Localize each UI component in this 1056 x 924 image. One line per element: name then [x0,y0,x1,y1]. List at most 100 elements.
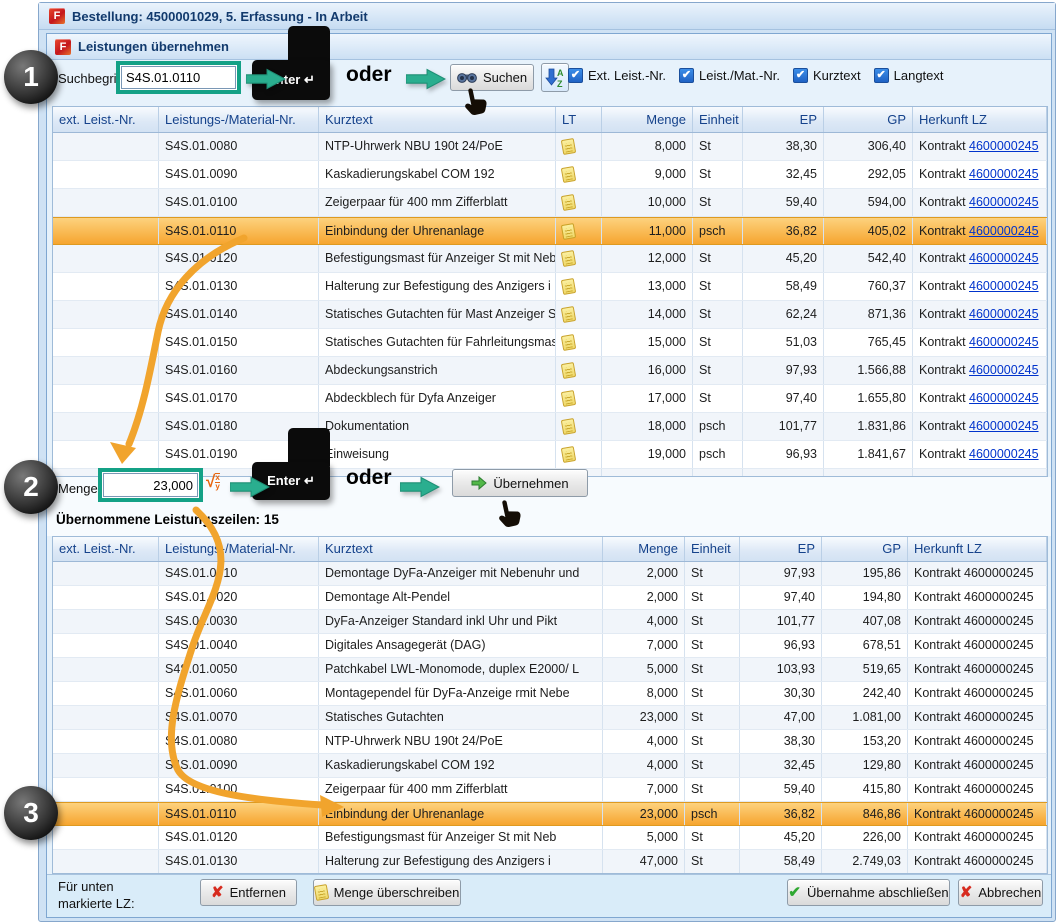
filter-checkbox-leist-mat-nr-[interactable]: ✔Leist./Mat.-Nr. [679,68,780,83]
cell-herkunft: Kontrakt 4600000245 [913,161,1047,188]
sort-button[interactable]: A Z [541,63,569,92]
column-header[interactable]: Herkunft LZ [908,537,1047,561]
table-row[interactable]: S4S.01.0170Abdeckblech für Dyfa Anzeiger… [53,385,1047,413]
table-row[interactable]: S4S.01.0070Statisches Gutachten23,000St4… [53,706,1047,730]
filter-checkbox-ext-leist-nr-[interactable]: ✔Ext. Leist.-Nr. [568,68,666,83]
cell-gp: 542,40 [824,245,913,272]
table-row[interactable]: S4S.01.0100Zeigerpaar für 400 mm Zifferb… [53,778,1047,802]
table-row[interactable]: S4S.01.0040Digitales Ansagegerät (DAG)7,… [53,634,1047,658]
cell-ep: 97,93 [740,562,822,585]
table-row[interactable]: S4S.01.0100Zeigerpaar für 400 mm Zifferb… [53,189,1047,217]
table-row[interactable]: S4S.01.0010Demontage DyFa-Anzeiger mit N… [53,562,1047,586]
finish-transfer-button[interactable]: ✔ Übernahme abschließen [787,879,950,906]
column-header[interactable]: Kurztext [319,107,556,132]
table-row[interactable]: S4S.01.0050Patchkabel LWL-Monomode, dupl… [53,658,1047,682]
cell-herkunft: Kontrakt 4600000245 [908,826,1047,849]
column-header[interactable]: Menge [602,107,693,132]
longtext-note-icon[interactable] [561,390,576,407]
longtext-note-icon[interactable] [561,250,576,267]
cancel-button[interactable]: ✘ Abbrechen [958,879,1043,906]
contract-link[interactable]: 4600000245 [969,307,1039,321]
table-row[interactable]: S4S.01.0150Statisches Gutachten für Fahr… [53,329,1047,357]
table-row[interactable]: S4S.01.0120Befestigungsmast für Anzeiger… [53,245,1047,273]
contract-link[interactable]: 4600000245 [969,391,1039,405]
contract-link[interactable]: 4600000245 [969,279,1039,293]
cell-menge: 5,000 [603,826,685,849]
table-row[interactable]: S4S.01.0080NTP-Uhrwerk NBU 190t 24/PoE8,… [53,133,1047,161]
longtext-note-icon[interactable] [561,138,576,155]
cell-ext [53,803,159,825]
column-header[interactable]: GP [824,107,913,132]
cell-ext [53,218,159,244]
checkbox-icon[interactable]: ✔ [793,68,808,83]
contract-link[interactable]: 4600000245 [969,224,1039,238]
contract-link[interactable]: 4600000245 [969,447,1039,461]
column-header[interactable]: GP [822,537,908,561]
column-header[interactable]: EP [740,537,822,561]
table-row[interactable]: S4S.01.0130Halterung zur Befestigung des… [53,850,1047,874]
longtext-note-icon[interactable] [561,278,576,295]
longtext-note-icon[interactable] [561,334,576,351]
filter-checkbox-langtext[interactable]: ✔ Langtext [874,68,944,83]
contract-link[interactable]: 4600000245 [969,195,1039,209]
column-header[interactable]: LT [556,107,602,132]
table-row[interactable]: S4S.01.0180Dokumentation18,000psch101,77… [53,413,1047,441]
table-row[interactable]: S4S.01.0060Montagependel für DyFa-Anzeig… [53,682,1047,706]
table-row[interactable]: S4S.01.0120Befestigungsmast für Anzeiger… [53,826,1047,850]
quantity-input[interactable] [103,473,198,497]
longtext-note-icon[interactable] [561,418,576,435]
contract-link[interactable]: 4600000245 [969,167,1039,181]
search-button[interactable]: Suchen [450,64,534,91]
table-row[interactable]: S4S.01.0080NTP-Uhrwerk NBU 190t 24/PoE4,… [53,730,1047,754]
checkbox-label: Langtext [894,68,944,83]
filter-checkbox-kurztext[interactable]: ✔Kurztext [793,68,861,83]
checkbox-icon[interactable]: ✔ [679,68,694,83]
column-header[interactable]: Leistungs-/Material-Nr. [159,107,319,132]
column-header[interactable]: Einheit [685,537,740,561]
column-header[interactable]: ext. Leist.-Nr. [53,537,159,561]
table-row[interactable]: S4S.01.0020Demontage Alt-Pendel2,000St97… [53,586,1047,610]
table-row[interactable]: S4S.01.0090Kaskadierungskabel COM 1929,0… [53,161,1047,189]
column-header[interactable]: Herkunft LZ [913,107,1047,132]
table-row[interactable]: S4S.01.0160Abdeckungsanstrich16,000St97,… [53,357,1047,385]
longtext-note-icon[interactable] [561,223,576,240]
longtext-note-icon[interactable] [561,166,576,183]
table-row[interactable]: S4S.01.0130Halterung zur Befestigung des… [53,273,1047,301]
remove-button[interactable]: ✘ Entfernen [200,879,297,906]
contract-link[interactable]: 4600000245 [969,335,1039,349]
table-row-highlighted[interactable]: S4S.01.0110Einbindung der Uhrenanlage11,… [53,217,1047,245]
table-row[interactable]: S4S.01.0030DyFa-Anzeiger Standard inkl U… [53,610,1047,634]
search-input[interactable] [121,66,236,89]
column-header[interactable]: EP [743,107,824,132]
table-row[interactable]: S4S.01.0190Einweisung19,000psch96,931.84… [53,441,1047,469]
cell-herkunft: Kontrakt 4600000245 [913,245,1047,272]
contract-link[interactable]: 4600000245 [969,363,1039,377]
column-header[interactable]: Menge [603,537,685,561]
apply-quantity-button[interactable]: Übernehmen [452,469,588,497]
contract-link[interactable]: 4600000245 [969,419,1039,433]
overwrite-quantity-button[interactable]: Menge überschreiben [313,879,461,906]
cell-ep: 36,82 [743,218,824,244]
longtext-note-icon[interactable] [561,306,576,323]
contract-link[interactable]: 4600000245 [969,139,1039,153]
checkbox-icon[interactable]: ✔ [874,68,889,83]
cell-lt [556,441,602,468]
overwrite-button-label: Menge überschreiben [334,885,460,900]
table-row[interactable]: S4S.01.0090Kaskadierungskabel COM 1924,0… [53,754,1047,778]
longtext-note-icon[interactable] [561,362,576,379]
table-row-highlighted[interactable]: S4S.01.0110Einbindung der Uhrenanlage23,… [53,802,1047,826]
contract-link[interactable]: 4600000245 [969,251,1039,265]
cell-nr: S4S.01.0170 [159,385,319,412]
column-header[interactable]: Kurztext [319,537,603,561]
cell-ep: 97,40 [740,586,822,609]
column-header[interactable]: ext. Leist.-Nr. [53,107,159,132]
column-header[interactable]: Leistungs-/Material-Nr. [159,537,319,561]
cell-kurztext: Patchkabel LWL-Monomode, duplex E2000/ L [319,658,603,681]
checkbox-icon[interactable]: ✔ [568,68,583,83]
longtext-note-icon[interactable] [561,194,576,211]
window-titlebar: F Bestellung: 4500001029, 5. Erfassung -… [39,3,1055,30]
table-row[interactable]: S4S.01.0140Statisches Gutachten für Mast… [53,301,1047,329]
footer-scope-line1: Für unten [58,878,135,895]
column-header[interactable]: Einheit [693,107,743,132]
longtext-note-icon[interactable] [561,446,576,463]
